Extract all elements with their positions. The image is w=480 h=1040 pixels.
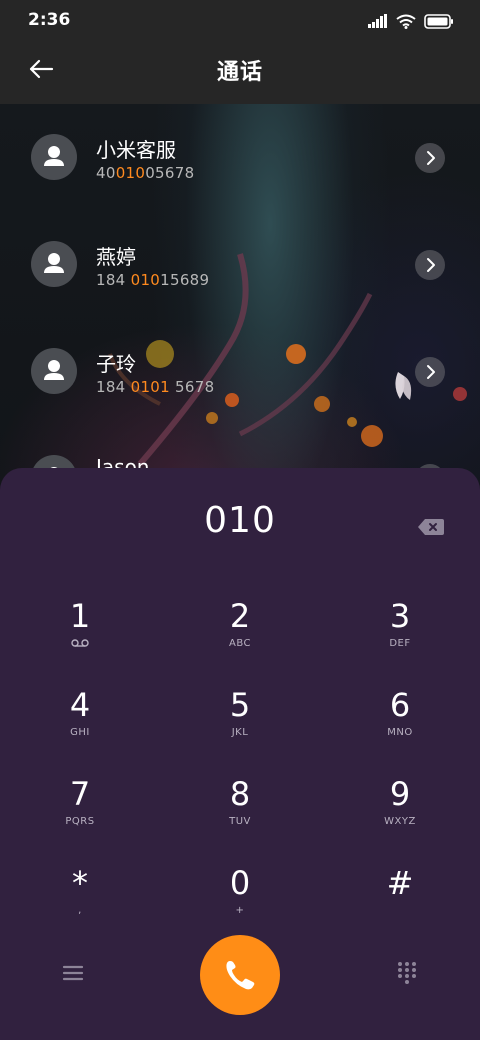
key-letters: , — [78, 905, 82, 916]
person-icon — [44, 360, 64, 380]
key-digit: 4 — [69, 686, 91, 724]
avatar — [31, 134, 77, 180]
contact-name: 子玲 — [96, 352, 136, 376]
backspace-icon — [418, 519, 444, 535]
key-digit: 5 — [229, 686, 251, 724]
contact-number: 184 01015689 — [96, 271, 210, 289]
key-digit: * — [72, 864, 88, 902]
dialed-number: 010 — [204, 500, 276, 541]
key-letters: ABC — [228, 638, 251, 649]
dialpad: 010 1 2 ABC 3 DEF 4 GHI 5 JKL 6 MNO 7 PQ… — [0, 468, 480, 1040]
key-digit: 0 — [229, 864, 251, 902]
key-6[interactable]: 6 MNO — [340, 685, 460, 761]
key-hash[interactable]: # — [340, 863, 460, 939]
contact-detail-button[interactable] — [415, 250, 445, 280]
status-icons — [368, 12, 454, 30]
keypad-toggle-button[interactable] — [392, 958, 422, 988]
key-8[interactable]: 8 TUV — [180, 774, 300, 850]
contact-name: 燕婷 — [96, 245, 136, 269]
number-match: 0101 — [130, 378, 170, 396]
status-bar: 2:36 — [0, 0, 480, 40]
wifi-icon — [396, 14, 416, 29]
signal-icon — [368, 14, 387, 28]
contact-number: 4001005678 — [96, 164, 195, 182]
key-0[interactable]: 0 + — [180, 863, 300, 939]
key-digit: 9 — [389, 775, 411, 813]
menu-icon — [62, 965, 84, 981]
key-digit: 6 — [389, 686, 411, 724]
status-time: 2:36 — [28, 10, 71, 30]
key-digit: 2 — [229, 597, 251, 635]
key-7[interactable]: 7 PQRS — [20, 774, 140, 850]
person-icon — [44, 253, 64, 273]
key-9[interactable]: 9 WXYZ — [340, 774, 460, 850]
key-letters: MNO — [387, 727, 413, 738]
person-icon — [44, 146, 64, 166]
voicemail-icon — [20, 638, 140, 651]
call-button[interactable] — [200, 935, 280, 1015]
phone-icon — [226, 961, 255, 990]
phone-screen: 2:36 通话 小米客服 4001005678 燕婷 184 01015689 … — [0, 0, 480, 1040]
contact-detail-button[interactable] — [415, 357, 445, 387]
key-digit: 7 — [69, 775, 91, 813]
key-letters: TUV — [229, 816, 251, 827]
key-3[interactable]: 3 DEF — [340, 596, 460, 672]
page-title: 通话 — [216, 60, 263, 85]
contact-detail-button[interactable] — [415, 143, 445, 173]
contact-item[interactable]: 子玲 184 0101 5678 — [0, 318, 480, 408]
key-5[interactable]: 5 JKL — [180, 685, 300, 761]
number-match: 010 — [115, 164, 146, 182]
key-digit: 8 — [229, 775, 251, 813]
chevron-right-icon — [427, 258, 435, 272]
key-4[interactable]: 4 GHI — [20, 685, 140, 761]
avatar — [31, 348, 77, 394]
contact-item[interactable]: 燕婷 184 01015689 — [0, 211, 480, 301]
contact-name: 小米客服 — [96, 138, 176, 162]
key-letters: JKL — [231, 727, 249, 738]
contact-item[interactable]: 小米客服 4001005678 — [0, 104, 480, 194]
keypad-icon — [398, 962, 416, 984]
chevron-right-icon — [427, 365, 435, 379]
menu-button[interactable] — [58, 958, 88, 988]
key-letters: PQRS — [65, 816, 95, 827]
avatar — [31, 241, 77, 287]
key-1[interactable]: 1 — [20, 596, 140, 672]
key-letters: + — [235, 905, 245, 916]
battery-icon — [424, 13, 453, 29]
key-letters: WXYZ — [384, 816, 416, 827]
key-letters: GHI — [70, 727, 90, 738]
key-digit: 1 — [69, 597, 91, 635]
key-star[interactable]: * , — [20, 863, 140, 939]
number-match: 010 — [130, 271, 161, 289]
backspace-button[interactable] — [417, 517, 445, 537]
key-digit: 3 — [389, 597, 411, 635]
key-2[interactable]: 2 ABC — [180, 596, 300, 672]
key-letters: DEF — [389, 638, 411, 649]
key-digit: # — [386, 864, 414, 902]
app-header: 通话 — [0, 40, 480, 104]
contact-number: 184 0101 5678 — [96, 378, 215, 396]
chevron-right-icon — [427, 151, 435, 165]
